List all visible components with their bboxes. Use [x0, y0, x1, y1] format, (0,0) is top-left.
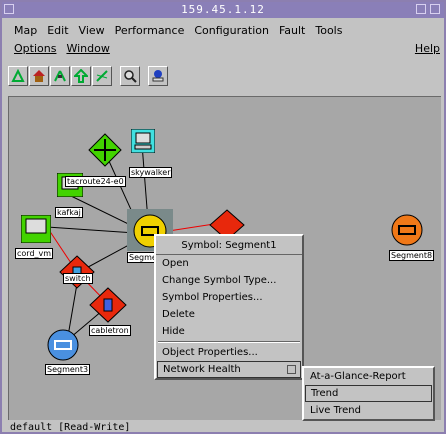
- menu-fault[interactable]: Fault: [275, 22, 311, 40]
- menu-configuration[interactable]: Configuration: [190, 22, 275, 40]
- node-label-switch: switch: [63, 273, 93, 284]
- menu-bar: Map Edit View Performance Configuration …: [2, 19, 444, 59]
- workstation-icon-cord[interactable]: [21, 215, 51, 243]
- node-label-segment8: Segment8: [389, 250, 435, 261]
- up-tool-button[interactable]: [71, 66, 91, 86]
- zoom-tool-button[interactable]: [120, 66, 140, 86]
- status-bar: default [Read-Write]: [10, 422, 131, 433]
- menu-item-live-trend[interactable]: Live Trend: [304, 402, 433, 419]
- menu-performance[interactable]: Performance: [111, 22, 191, 40]
- menu-tools[interactable]: Tools: [311, 22, 348, 40]
- router-node-cabletron[interactable]: [89, 287, 127, 323]
- segment-icon-segment3[interactable]: [47, 329, 79, 361]
- network-health-submenu: At-a-Glance-Report Trend Live Trend: [302, 366, 435, 421]
- context-menu: Symbol: Segment1 Open Change Symbol Type…: [154, 234, 304, 380]
- workstation-icon-skywalker[interactable]: [131, 129, 155, 153]
- node-label-kafka: kafkaj: [55, 207, 83, 218]
- home-tool-button[interactable]: [29, 66, 49, 86]
- menu-edit[interactable]: Edit: [43, 22, 74, 40]
- triangle-icon: [11, 69, 25, 82]
- node-label-segment3: Segment3: [45, 364, 91, 375]
- menu-item-change-symbol-type[interactable]: Change Symbol Type...: [156, 272, 302, 289]
- node-label-cord: cord_vm: [15, 248, 54, 259]
- maximize-button[interactable]: [430, 4, 440, 14]
- router-node-green[interactable]: [88, 133, 122, 167]
- menu-options[interactable]: Options: [10, 40, 62, 58]
- menu-item-open[interactable]: Open: [156, 255, 302, 272]
- network-icon: [54, 70, 66, 82]
- menu-item-delete[interactable]: Delete: [156, 306, 302, 323]
- up-arrow-icon: [74, 69, 88, 83]
- window-title: 159.45.1.12: [181, 3, 265, 16]
- menu-separator: [158, 341, 300, 343]
- menu-help[interactable]: Help: [415, 40, 440, 58]
- node-label-tacroute: tacroute24-e0: [65, 176, 126, 187]
- network-tool-button[interactable]: [50, 66, 70, 86]
- menu-item-network-health[interactable]: Network Health: [157, 361, 301, 378]
- toolbar: [8, 64, 438, 92]
- submenu-arrow-icon: [287, 365, 296, 374]
- menu-view[interactable]: View: [75, 22, 111, 40]
- title-bar[interactable]: 159.45.1.12: [2, 2, 444, 18]
- scatter-tool-button[interactable]: [92, 66, 112, 86]
- node-label-cabletron: cabletron: [89, 325, 131, 336]
- menu-map[interactable]: Map: [10, 22, 43, 40]
- segment-icon-segment8[interactable]: [391, 214, 423, 246]
- find-tool-button[interactable]: [148, 66, 168, 86]
- menu-window[interactable]: Window: [62, 40, 115, 58]
- node-label-skywalker: skywalker: [129, 167, 173, 178]
- context-menu-title: Symbol: Segment1: [156, 236, 302, 255]
- menu-item-network-health-label: Network Health: [163, 364, 241, 375]
- menu-item-symbol-properties[interactable]: Symbol Properties...: [156, 289, 302, 306]
- find-icon: [152, 70, 164, 82]
- menu-item-at-a-glance-report[interactable]: At-a-Glance-Report: [304, 368, 433, 385]
- menu-item-object-properties[interactable]: Object Properties...: [156, 344, 302, 361]
- home-icon: [33, 70, 45, 82]
- triangle-tool-button[interactable]: [8, 66, 28, 86]
- menu-item-trend[interactable]: Trend: [305, 385, 432, 402]
- menu-item-hide[interactable]: Hide: [156, 323, 302, 340]
- minimize-button[interactable]: [416, 4, 426, 14]
- scatter-icon: [96, 70, 108, 82]
- zoom-icon: [124, 70, 137, 83]
